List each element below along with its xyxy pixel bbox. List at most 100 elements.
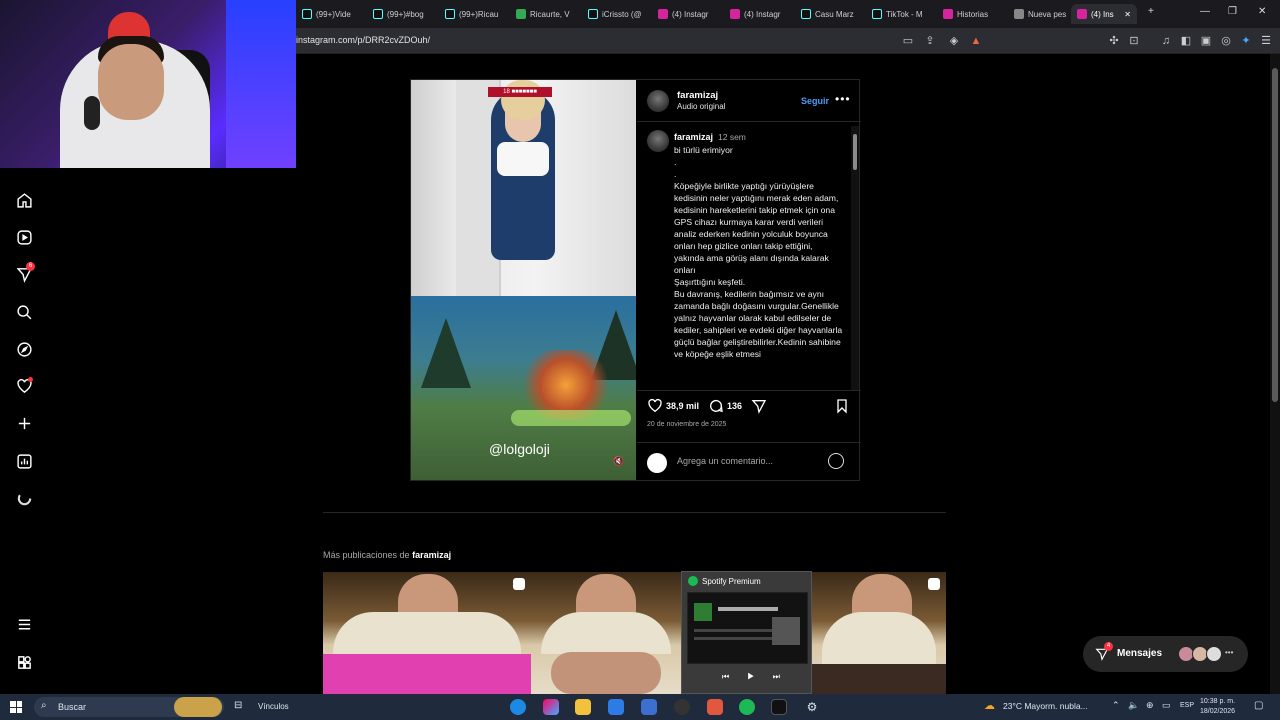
browser-tab[interactable]: iCrissto (@	[582, 4, 648, 24]
browser-tab[interactable]: (99+)Ricau	[439, 4, 505, 24]
windows-start-icon[interactable]	[10, 701, 22, 713]
minimize-button[interactable]: —	[1200, 6, 1210, 17]
cast-icon[interactable]: ▭	[902, 35, 914, 47]
author-username[interactable]: faramizaj	[677, 90, 718, 101]
edge-icon[interactable]	[510, 699, 526, 715]
more-contacts-icon: •••	[1225, 648, 1234, 657]
comment-input[interactable]: Agrega un comentario...	[677, 456, 773, 466]
url-field[interactable]: instagram.com/p/DRR2cvZDOuh/	[296, 35, 430, 45]
create-icon[interactable]	[14, 413, 34, 433]
explore-icon[interactable]	[14, 339, 34, 359]
post-thumbnail[interactable]	[323, 572, 531, 694]
browser-tab[interactable]: (4) Instagr	[652, 4, 718, 24]
caption-scroll-thumb[interactable]	[853, 134, 857, 170]
network-icon[interactable]: ⊕	[1146, 700, 1154, 711]
browser-tab-label: Ricaurte, V	[530, 9, 570, 19]
close-tab-icon[interactable]: ✕	[1124, 10, 1131, 19]
leo-icon[interactable]: ✦	[1240, 35, 1252, 47]
spotify-popup[interactable]: Spotify Premium ⏮ ▶ ⏭	[681, 571, 812, 694]
browser-tab[interactable]: Historias	[937, 4, 1003, 24]
more-options-icon[interactable]: •••	[835, 92, 851, 106]
home-icon[interactable]	[14, 190, 34, 210]
heart-icon	[648, 398, 662, 413]
send-icon	[751, 400, 767, 414]
store-icon[interactable]	[608, 699, 624, 715]
browser-tab-label: iCrissto (@	[602, 9, 642, 19]
save-button[interactable]	[834, 398, 850, 414]
author-avatar[interactable]	[647, 90, 669, 112]
profile-avatar-icon[interactable]	[14, 488, 34, 508]
also-from-meta-icon[interactable]	[14, 652, 34, 672]
reels-icon[interactable]	[14, 227, 34, 247]
taskbar-search[interactable]: ⌕ Buscar	[34, 697, 224, 717]
brave-rewards-icon[interactable]: ▲	[970, 35, 982, 47]
device-icon[interactable]: ▭	[1162, 700, 1171, 711]
wallet-icon[interactable]: ▣	[1200, 35, 1212, 47]
caption-time: 12 sem	[718, 132, 746, 142]
search-icon[interactable]	[14, 302, 34, 322]
browser-tab[interactable]: (4) Ins ✕	[1071, 4, 1137, 24]
video-watermark: @lolgoloji	[489, 441, 550, 457]
caption-username[interactable]: faramizaj	[674, 132, 713, 142]
page-scroll-thumb[interactable]	[1272, 68, 1278, 402]
browser-tab[interactable]: Casu Marz	[795, 4, 861, 24]
dashboard-icon[interactable]	[14, 451, 34, 471]
notification-center-icon[interactable]: ▢	[1254, 700, 1263, 711]
sidebar-toggle-icon[interactable]: ◧	[1180, 35, 1192, 47]
tray-chevron-icon[interactable]: ⌃	[1112, 700, 1120, 711]
heart-notifications-icon[interactable]	[14, 376, 34, 396]
maximize-button[interactable]: ❐	[1228, 6, 1237, 17]
browser-tab[interactable]: Nueva pes	[1008, 4, 1066, 24]
app-icon[interactable]	[641, 699, 657, 715]
browser-tab-label: (4) Ins	[1091, 9, 1114, 19]
copilot-icon[interactable]	[543, 699, 559, 715]
messages-pill[interactable]: 4 Mensajes •••	[1083, 636, 1248, 672]
post-thumbnail[interactable]	[531, 572, 681, 694]
mute-icon[interactable]: 🔇	[613, 456, 625, 468]
like-button[interactable]: 38,9 mil	[647, 398, 699, 414]
close-window-button[interactable]: ✕	[1258, 6, 1266, 17]
brave-icon[interactable]	[707, 699, 723, 715]
post-thumbnail[interactable]	[812, 572, 946, 694]
post-video[interactable]: 18 ■■■■■■■ @lolgoloji 🔇	[411, 80, 636, 480]
browser-tab[interactable]: Ricaurte, V	[510, 4, 576, 24]
terminal-icon[interactable]	[771, 699, 787, 715]
like-count: 38,9 mil	[666, 401, 700, 411]
browser-tab[interactable]: (99+)#bog	[367, 4, 433, 24]
spotify-icon[interactable]	[739, 699, 755, 715]
windows-taskbar: ⌕ Buscar ⊟ Vínculos ⚙ ☁ 23°C Mayorm. nub…	[0, 694, 1280, 720]
more-menu-icon[interactable]	[14, 614, 34, 634]
follow-button[interactable]: Seguir	[801, 96, 829, 106]
weather-text[interactable]: 23°C Mayorm. nubla...	[1003, 701, 1088, 711]
file-explorer-icon[interactable]	[575, 699, 591, 715]
brave-shield-icon[interactable]: ◈	[948, 35, 960, 47]
new-tab-button[interactable]: +	[1148, 6, 1154, 17]
obs-icon[interactable]	[674, 699, 690, 715]
caption-avatar[interactable]	[647, 130, 669, 152]
task-view-icon[interactable]: ⊟	[234, 700, 242, 711]
audio-label[interactable]: Audio original	[677, 102, 725, 111]
spotify-controls[interactable]: ⏮ ▶ ⏭	[722, 672, 788, 682]
more-posts-user[interactable]: faramizaj	[412, 550, 451, 560]
tiktok-icon	[302, 9, 312, 19]
media-icon[interactable]: ♫	[1160, 35, 1172, 47]
vpn-icon[interactable]: ◎	[1220, 35, 1232, 47]
comment-box: Agrega un comentario...	[637, 442, 861, 480]
extensions-icon[interactable]: ✣	[1108, 35, 1120, 47]
messages-icon[interactable]: 6	[14, 262, 35, 284]
clock[interactable]: 10:38 p. m. 18/02/2026	[1200, 697, 1235, 717]
screenshot-icon[interactable]: ⊡	[1128, 35, 1140, 47]
browser-tab[interactable]: (99+)Vide	[296, 4, 362, 24]
browser-tab[interactable]: TikTok - M	[866, 4, 932, 24]
language-indicator[interactable]: ESP	[1180, 702, 1194, 709]
menu-icon[interactable]: ☰	[1260, 35, 1272, 47]
volume-icon[interactable]: 🔈	[1128, 700, 1139, 711]
comment-button[interactable]: 136	[708, 398, 742, 414]
share-button[interactable]	[751, 398, 767, 414]
instagram-sidebar: 6	[0, 168, 50, 694]
settings-icon[interactable]: ⚙	[804, 699, 820, 715]
share-icon[interactable]: ⇪	[924, 35, 936, 47]
browser-tab[interactable]: (4) Instagr	[724, 4, 790, 24]
emoji-icon[interactable]	[828, 453, 844, 469]
links-toolbar[interactable]: Vínculos	[258, 702, 289, 711]
